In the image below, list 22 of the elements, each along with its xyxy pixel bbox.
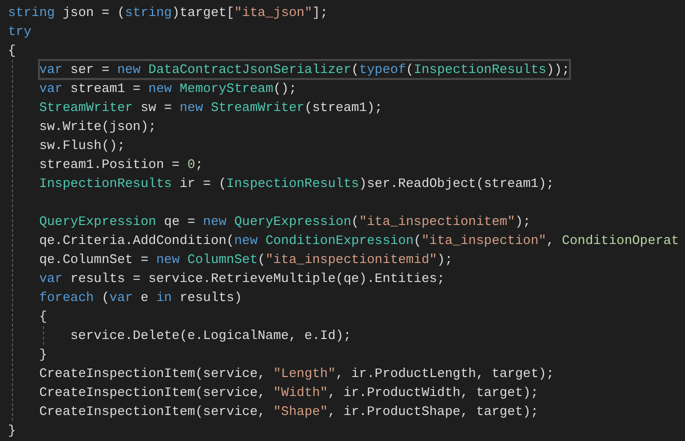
code-line: sw.Write(json); (39, 118, 156, 136)
code-line: service.Delete(e.LogicalName, e.Id); (70, 326, 352, 344)
code-line: { (8, 42, 16, 60)
code-line: var ser = new DataContractJsonSerializer(typeof(InspectionResults)); (39, 60, 570, 78)
code-line: sw.Flush(); (39, 136, 126, 154)
code-line: CreateInspectionItem(service, "Width", ir.ProductWidth, target); (39, 384, 538, 402)
code-line: string json = (string)target["ita_json"]; (8, 4, 328, 22)
code-line: CreateInspectionItem(service, "Shape", ir.ProductShape, target); (39, 402, 538, 420)
code-line: var results = service.RetrieveMultiple(qe).Entities; (39, 270, 445, 288)
code-line: InspectionResults ir = (InspectionResults)ser.ReadObject(stream1); (39, 174, 554, 192)
code-line: QueryExpression qe = new QueryExpression("ita_inspectionitem"); (39, 212, 531, 230)
code-line: } (8, 422, 16, 440)
code-line: foreach (var e in results) (39, 288, 242, 306)
code-line: CreateInspectionItem(service, "Length", ir.ProductLength, target); (39, 364, 554, 382)
code-line: } (39, 346, 47, 364)
code-line: var stream1 = new MemoryStream(); (39, 80, 297, 98)
code-line: { (39, 308, 47, 326)
code-line: qe.ColumnSet = new ColumnSet("ita_inspectionitemid"); (39, 250, 453, 268)
code-line: qe.Criteria.AddCondition(new ConditionExpression("ita_inspection", ConditionOperat (39, 232, 679, 250)
code-line: try (8, 22, 32, 40)
code-line: StreamWriter sw = new StreamWriter(stream1); (39, 98, 382, 116)
code-line: stream1.Position = 0; (39, 156, 204, 174)
